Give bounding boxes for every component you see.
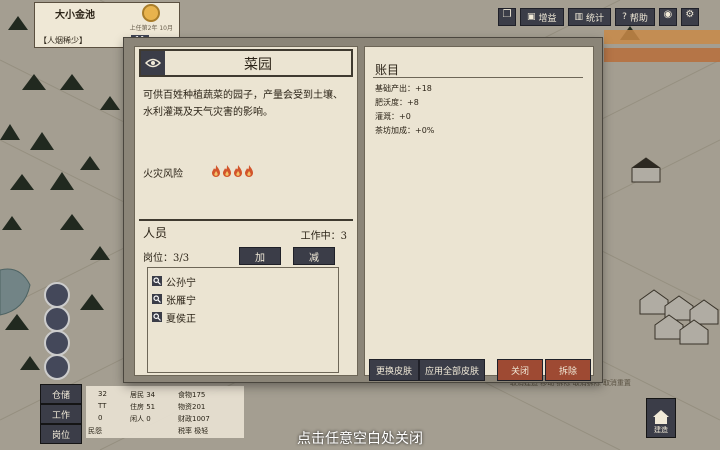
list-item[interactable]: 公孙宁: [152, 274, 196, 289]
ledger-item: 灌溉：+0: [375, 112, 411, 121]
divider: [373, 77, 583, 78]
working-count: 工作中：3: [300, 231, 347, 242]
gear-icon[interactable]: ⚙: [680, 8, 699, 26]
flame-icon: [223, 165, 231, 177]
staff-title: 人员: [143, 226, 168, 240]
view-building-button[interactable]: [141, 51, 165, 75]
stat-living: 住房 51: [130, 403, 156, 411]
search-icon[interactable]: [152, 294, 162, 304]
ledger-item: 肥沃度：+8: [375, 98, 419, 107]
event-notice[interactable]: [604, 30, 720, 44]
flame-icon: [212, 165, 220, 177]
worker-name: 张雁宁: [166, 295, 196, 307]
building-info-panel: 菜园 可供百姓种植蔬菜的园子，产量会受到土壤、水利灌溉及天气灾害的影响。 火灾风…: [134, 46, 358, 376]
list-item[interactable]: 张雁宁: [152, 292, 196, 307]
chart-icon: ▥: [574, 12, 584, 22]
top-toolbar: ❐ ▣ 增益 ▥ 统计 ? 帮助 ◉ ⚙: [498, 8, 699, 26]
building-description: 可供百姓种植蔬菜的园子，产量会受到土壤、水利灌溉及天气灾害的影响。: [143, 90, 343, 118]
worker-name: 夏侯正: [166, 313, 196, 325]
town-tag: 【人烟稀少】: [39, 36, 87, 45]
stat-a: 32: [98, 390, 107, 398]
stat-goods: 物资201: [178, 403, 206, 411]
search-icon[interactable]: [152, 312, 162, 322]
title-box: 菜园: [139, 49, 353, 77]
worker-name: 公孙宁: [166, 277, 196, 289]
flame-icon: [245, 165, 253, 177]
eye-icon[interactable]: ◉: [658, 8, 677, 26]
fire-risk-meter: [211, 165, 254, 177]
close-hint: 点击任意空白处关闭: [297, 431, 423, 447]
remove-worker-button[interactable]: 减: [293, 247, 335, 265]
worker-list: 公孙宁 张雁宁 夏侯正: [147, 267, 339, 373]
work-button[interactable]: 工作: [40, 404, 82, 424]
stats-label: 统计: [586, 13, 605, 24]
map-layer-button[interactable]: [44, 282, 70, 308]
divider: [139, 219, 353, 221]
town-date: 上任第2年 10月: [129, 25, 173, 32]
stat-idle: 闲人 0: [130, 415, 151, 423]
search-icon[interactable]: [152, 276, 162, 286]
tool-cancel-reset-label: 取消重置: [602, 379, 631, 387]
demolish-button[interactable]: 拆除: [545, 359, 591, 381]
gold-icon: ▣: [527, 12, 536, 22]
building-detail-dialog: 菜园 可供百姓种植蔬菜的园子，产量会受到土壤、水利灌溉及天气灾害的影响。 火灾风…: [124, 38, 602, 382]
add-worker-button[interactable]: 加: [239, 247, 281, 265]
buff-button[interactable]: ▣ 增益: [520, 8, 564, 26]
ledger-item: 茶坊加成：+0%: [375, 126, 435, 135]
change-skin-button[interactable]: 更换皮肤: [369, 359, 419, 381]
stat-tt: TT: [98, 402, 107, 410]
town-name: 大小金池: [55, 10, 95, 21]
bell-button[interactable]: [44, 306, 70, 332]
work-label: 工作: [51, 410, 70, 421]
person-button[interactable]: [44, 330, 70, 356]
stat-money: 财政1007: [178, 415, 210, 423]
stat-zero: 0: [98, 414, 103, 422]
ledger-panel: 账目 基础产出：+18 肥沃度：+8 灌溉：+0 茶坊加成：+0% 更换皮肤 应…: [364, 46, 594, 381]
task-notice[interactable]: [604, 48, 720, 62]
help-icon: ?: [622, 12, 627, 22]
stat-food: 食物175: [178, 391, 206, 399]
building-title: 菜园: [244, 57, 272, 73]
stats-button[interactable]: ▥ 统计: [567, 8, 612, 26]
storage-button[interactable]: 仓储: [40, 384, 82, 404]
list-item[interactable]: 夏侯正: [152, 310, 196, 325]
close-button[interactable]: 关闭: [497, 359, 543, 381]
apply-all-skins-button[interactable]: 应用全部皮肤: [419, 359, 485, 381]
water-button[interactable]: [44, 354, 70, 380]
help-label: 帮助: [629, 13, 648, 24]
buff-label: 增益: [538, 13, 557, 24]
flame-icon: [234, 165, 242, 177]
book-icon[interactable]: ❐: [498, 8, 516, 26]
help-button[interactable]: ? 帮助: [615, 8, 655, 26]
house-icon: [653, 410, 669, 424]
ledger-title: 账目: [375, 63, 400, 77]
storage-label: 仓储: [51, 390, 70, 401]
fire-risk-label: 火灾风险: [143, 169, 183, 180]
stat-residents: 居民 34: [130, 391, 156, 399]
slot-count: 岗位：3/3: [143, 253, 190, 264]
eye-icon: [145, 58, 161, 68]
ledger-item: 基础产出：+18: [375, 84, 432, 93]
sun-icon: [142, 4, 160, 22]
